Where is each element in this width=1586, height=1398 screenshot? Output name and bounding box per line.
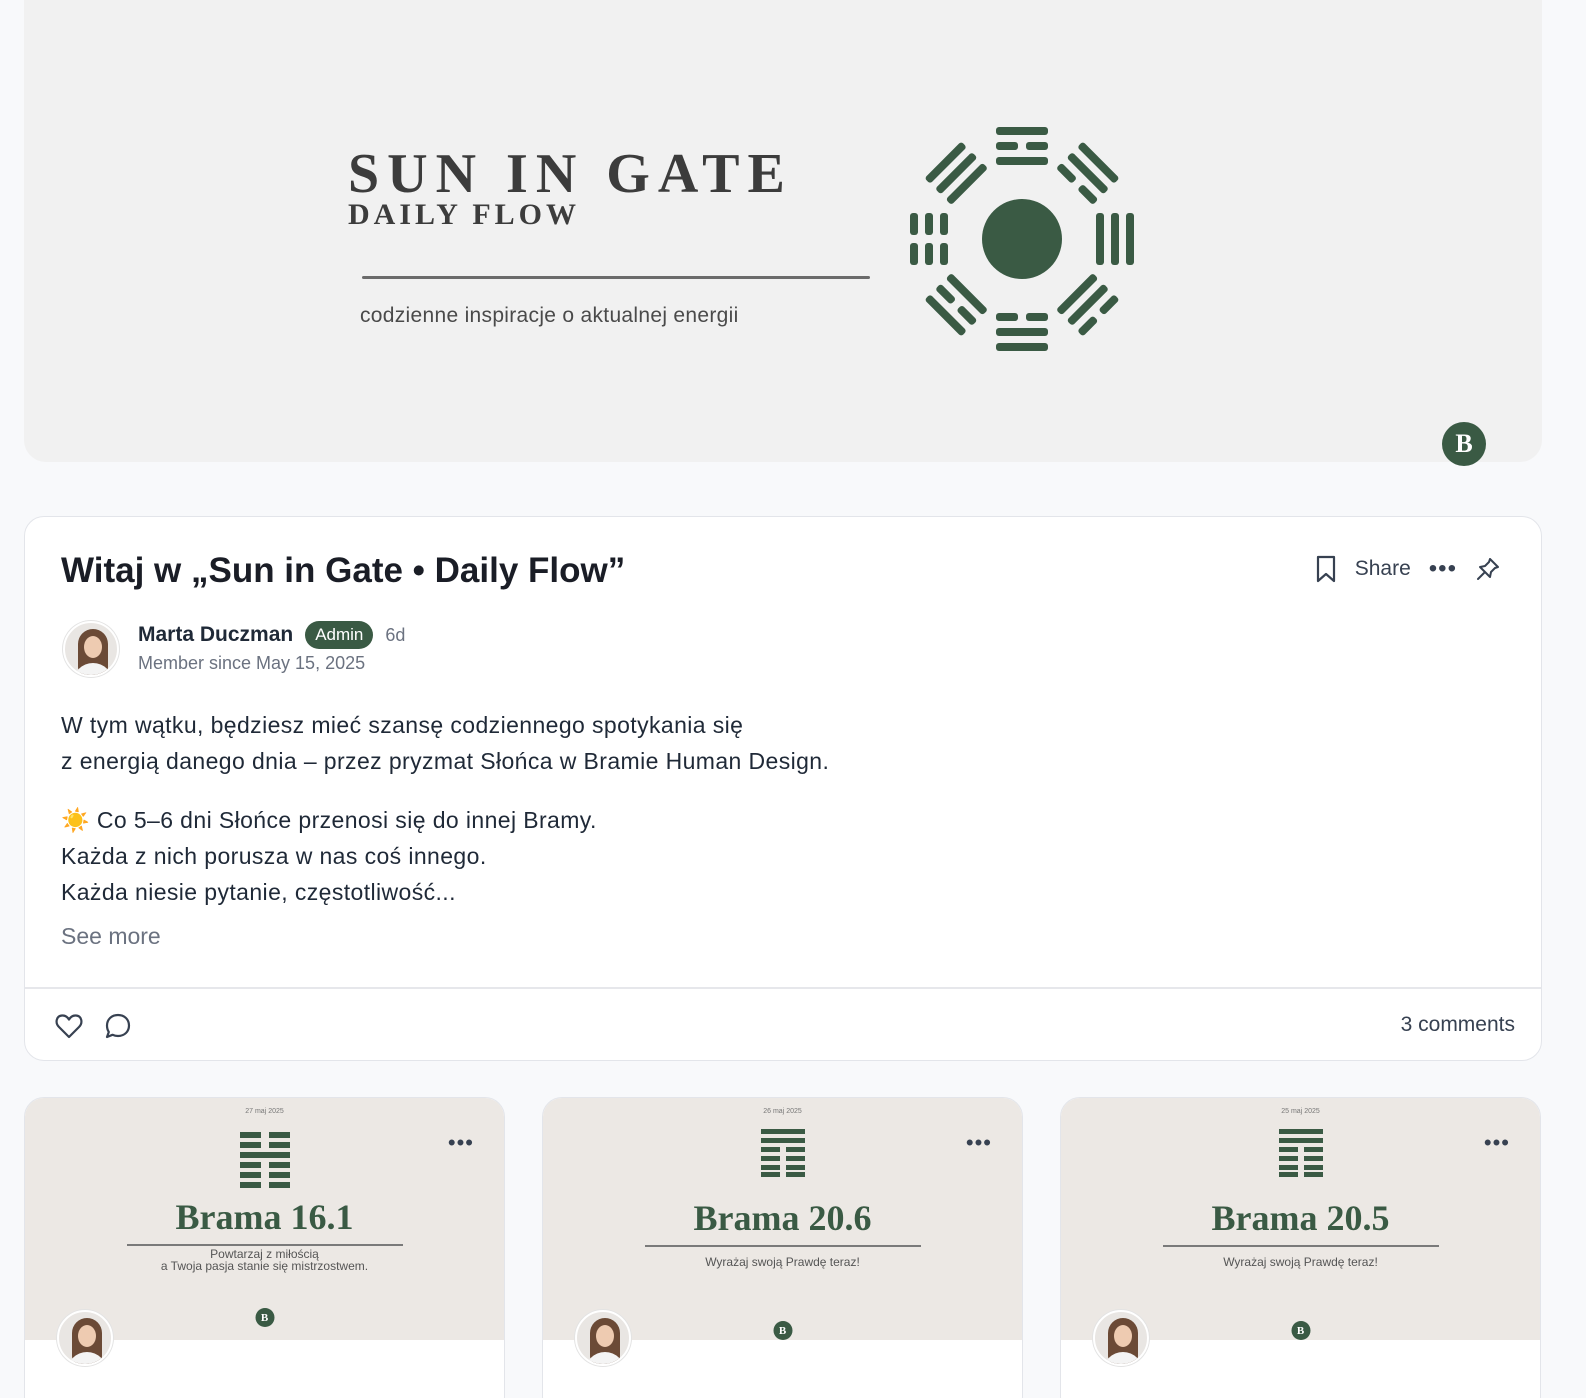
comment-bubble-icon[interactable] [104,1012,132,1040]
post-divider [25,987,1541,989]
member-since: Member since May 15, 2025 [138,653,366,673]
bagua-logo-icon [910,127,1134,351]
author-avatar[interactable] [57,1310,113,1366]
admin-badge: Admin [305,621,374,649]
banner-title: SUN IN GATE [348,143,793,205]
post-paragraph: W tym wątku, będziesz mieć szansę codzie… [61,707,829,779]
pin-icon[interactable] [1475,556,1501,582]
card-subtitle: Wyrażaj swoją Prawdę teraz! [705,1255,860,1269]
gate-card-image: 25 maj 2025 Brama 20.5 Wyrażaj swoją Pra… [1061,1098,1540,1340]
like-heart-icon[interactable] [55,1013,83,1039]
card-title: Brama 20.6 [693,1198,872,1238]
brand-logo-badge: B [1442,422,1486,466]
community-banner: SUN IN GATE DAILY FLOW codzienne inspira… [24,0,1542,466]
post-text-line: W tym wątku, będziesz mieć szansę codzie… [61,712,744,738]
share-button[interactable]: Share [1355,557,1411,581]
card-date: 27 maj 2025 [245,1108,284,1115]
card-divider [1162,1245,1439,1247]
post-text-line: Każda niesie pytanie, częstotliwość... [61,879,456,905]
author-avatar[interactable] [63,621,119,677]
banner-divider [362,276,870,279]
author-name[interactable]: Marta Duczman [138,623,293,647]
card-more-options-icon[interactable]: ••• [448,1132,474,1154]
author-avatar[interactable] [575,1310,631,1366]
card-more-options-icon[interactable]: ••• [1484,1132,1510,1154]
card-subtitle: Wyrażaj swoją Prawdę teraz! [1223,1255,1378,1269]
hexagram-icon [1278,1129,1323,1177]
hexagram-icon [760,1129,805,1177]
card-divider [126,1244,403,1246]
card-more-options-icon[interactable]: ••• [966,1132,992,1154]
gate-post-card[interactable]: 25 maj 2025 Brama 20.5 Wyrażaj swoją Pra… [1060,1097,1541,1398]
post-body: W tym wątku, będziesz mieć szansę codzie… [61,707,829,910]
gate-card-image: 26 maj 2025 Brama 20.6 Wyrażaj swoją Pra… [543,1098,1022,1340]
card-date: 25 maj 2025 [1281,1108,1320,1115]
banner-tagline: codzienne inspiracje o aktualnej energii [360,304,739,327]
bookmark-icon[interactable] [1315,555,1337,583]
more-options-icon[interactable]: ••• [1429,557,1457,581]
card-divider [644,1245,921,1247]
card-logo-badge: B [773,1321,792,1340]
card-title: Brama 20.5 [1211,1198,1390,1238]
card-date: 26 maj 2025 [763,1108,802,1115]
post-age: 6d [385,624,406,645]
see-more-link[interactable]: See more [61,923,161,950]
post-title[interactable]: Witaj w „Sun in Gate • Daily Flow” [61,551,625,591]
card-logo-badge: B [1291,1321,1310,1340]
comments-count[interactable]: 3 comments [1401,1013,1515,1037]
author-line: Marta Duczman Admin 6d [138,621,405,649]
post-text-line: Każda z nich porusza w nas coś innego. [61,843,487,869]
post-paragraph: ☀️ Co 5–6 dni Słońce przenosi się do inn… [61,802,829,910]
hexagram-icon [239,1132,290,1188]
post-text-line: ☀️ Co 5–6 dni Słońce przenosi się do inn… [61,807,597,833]
author-avatar[interactable] [1093,1310,1149,1366]
card-logo-badge: B [255,1308,274,1327]
card-title: Brama 16.1 [175,1197,354,1237]
post-card: Witaj w „Sun in Gate • Daily Flow” Share… [24,516,1542,1061]
post-text-line: z energią danego dnia – przez pryzmat Sł… [61,748,830,774]
post-actions: Share ••• [1315,553,1501,585]
banner-subtitle: DAILY FLOW [348,198,580,231]
card-subtitle: Powtarzaj z miłością a Twoja pasja stani… [160,1247,369,1273]
gate-card-image: 27 maj 2025 Brama 16.1 Powtarzaj z miłoś… [25,1098,504,1340]
gate-post-card[interactable]: 27 maj 2025 Brama 16.1 Powtarzaj z miłoś… [24,1097,505,1398]
gate-post-card[interactable]: 26 maj 2025 Brama 20.6 Wyrażaj swoją Pra… [542,1097,1023,1398]
